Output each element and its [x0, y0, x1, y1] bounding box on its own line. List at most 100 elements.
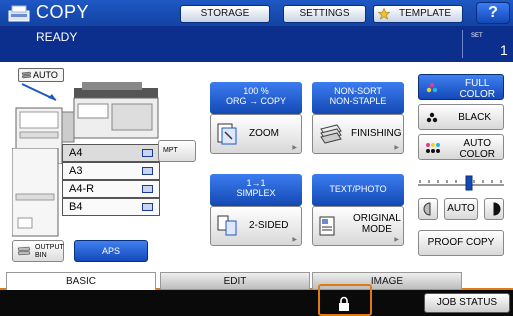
storage-button[interactable]: STORAGE	[180, 5, 270, 23]
tab-image-label: IMAGE	[370, 276, 404, 287]
original-mode-button[interactable]: ORIGINAL MODE ▶	[312, 206, 404, 246]
darker-icon	[493, 202, 501, 216]
finishing-status: NON-SORT NON-STAPLE	[312, 82, 404, 114]
two-sided-button[interactable]: 2-SIDED ▶	[210, 206, 302, 246]
density-indicator	[465, 175, 473, 191]
finisher-illustration	[12, 148, 59, 237]
density-controls: AUTO	[418, 198, 504, 220]
basic-panel: AUTO A4 A3 A4-R B4 MPT OUTPUT BIN APS 10…	[0, 62, 513, 272]
duplex-mode: 1→1	[246, 178, 266, 188]
output-bin-icon	[17, 246, 31, 256]
more-arrow-icon: ▶	[292, 145, 297, 151]
settings-button-label: SETTINGS	[299, 8, 350, 19]
original-mode-status: TEXT/PHOTO	[312, 174, 404, 206]
output-bin-button[interactable]: OUTPUT BIN	[12, 240, 64, 262]
full-color-icon	[426, 82, 438, 93]
full-color-button[interactable]: FULL COLOR	[418, 74, 504, 100]
status-message: READY	[36, 30, 78, 44]
density-scale	[418, 175, 504, 191]
auto-color-label-2: COLOR	[459, 149, 495, 160]
copy-app-icon	[8, 5, 30, 22]
app-header: COPY STORAGE SETTINGS TEMPLATE ?	[0, 0, 513, 26]
density-auto-label: AUTO	[447, 203, 475, 214]
template-button-label: TEMPLATE	[398, 8, 452, 19]
original-mode-icon	[319, 216, 335, 236]
tab-edit[interactable]: EDIT	[160, 272, 310, 290]
settings-button[interactable]: SETTINGS	[283, 5, 366, 23]
mpt-button[interactable]: MPT	[158, 140, 196, 162]
density-auto-button[interactable]: AUTO	[444, 198, 478, 220]
paper-stack-icon	[21, 71, 32, 79]
zoom-status: 100 % ORG → COPY	[210, 82, 302, 114]
paper-tray-list: A4 A3 A4-R B4	[62, 144, 160, 216]
proof-copy-button[interactable]: PROOF COPY	[418, 230, 504, 256]
duplex-status: 1→1 SIMPLEX	[210, 174, 302, 206]
black-button[interactable]: BLACK	[418, 104, 504, 130]
tray-a4[interactable]: A4	[62, 144, 160, 162]
storage-button-label: STORAGE	[200, 8, 250, 19]
original-mode-label-1: ORIGINAL	[353, 213, 401, 224]
tray-paper-icon	[142, 149, 153, 157]
finishing-label: FINISHING	[351, 128, 402, 139]
more-arrow-icon: ▶	[394, 145, 399, 151]
lock-icon[interactable]	[331, 296, 357, 312]
paper-auto-indicator[interactable]: AUTO	[18, 68, 64, 82]
tray-label: B4	[69, 201, 83, 213]
set-count: 1	[500, 42, 508, 58]
star-icon	[378, 8, 390, 20]
status-bar: READY SET 1	[0, 26, 513, 62]
proof-copy-label: PROOF COPY	[427, 237, 495, 248]
zoom-button[interactable]: ZOOM ▶	[210, 114, 302, 154]
output-bin-label: OUTPUT BIN	[35, 244, 64, 259]
auto-color-label-1: AUTO	[463, 138, 492, 149]
tab-bar: BASIC EDIT IMAGE	[0, 272, 513, 290]
tray-paper-icon	[142, 185, 153, 193]
status-divider	[462, 30, 463, 58]
full-color-label-2: COLOR	[459, 89, 495, 100]
finishing-sort: NON-SORT	[334, 86, 382, 96]
black-label: BLACK	[458, 112, 491, 123]
darker-button[interactable]	[484, 198, 504, 220]
lighter-icon	[423, 202, 431, 216]
full-color-label-1: FULL	[464, 78, 490, 89]
black-toner-icon	[426, 112, 438, 123]
two-sided-label: 2-SIDED	[249, 220, 289, 231]
finishing-staple: NON-STAPLE	[329, 96, 387, 106]
help-button[interactable]: ?	[476, 2, 510, 24]
tray-b4[interactable]: B4	[62, 198, 160, 216]
auto-color-icon	[426, 143, 440, 153]
help-button-label: ?	[488, 4, 498, 21]
two-sided-icon	[217, 215, 237, 236]
tray-a3[interactable]: A3	[62, 162, 160, 180]
zoom-icon	[217, 123, 237, 145]
aps-label: APS	[101, 246, 120, 256]
tray-a4-r[interactable]: A4-R	[62, 180, 160, 198]
tray-label: A4	[69, 147, 83, 159]
job-status-button[interactable]: JOB STATUS	[424, 293, 510, 313]
lighter-button[interactable]	[418, 198, 438, 220]
paper-auto-label: AUTO	[33, 70, 58, 80]
tab-basic[interactable]: BASIC	[6, 272, 156, 290]
zoom-label: ZOOM	[249, 128, 279, 139]
duplex-simplex: SIMPLEX	[236, 188, 276, 198]
mpt-label: MPT	[163, 147, 178, 154]
zoom-ratio: 100 %	[243, 86, 269, 96]
set-label: SET	[471, 33, 483, 39]
original-mode-label-2: MODE	[361, 224, 392, 235]
tray-paper-icon	[142, 167, 153, 175]
more-arrow-icon: ▶	[292, 237, 297, 243]
template-button[interactable]: TEMPLATE	[373, 5, 463, 23]
finishing-button[interactable]: FINISHING ▶	[312, 114, 404, 154]
original-mode-value: TEXT/PHOTO	[329, 184, 387, 194]
tray-label: A3	[69, 165, 83, 177]
tray-paper-icon	[142, 203, 153, 211]
finishing-icon	[320, 124, 342, 144]
aps-button[interactable]: APS	[74, 240, 148, 262]
zoom-direction: ORG → COPY	[225, 96, 286, 106]
tray-label: A4-R	[69, 183, 95, 195]
tab-basic-label: BASIC	[65, 276, 96, 287]
more-arrow-icon: ▶	[394, 237, 399, 243]
page-title: COPY	[36, 2, 90, 22]
auto-color-button[interactable]: AUTO COLOR	[418, 134, 504, 160]
job-status-label: JOB STATUS	[436, 297, 498, 308]
